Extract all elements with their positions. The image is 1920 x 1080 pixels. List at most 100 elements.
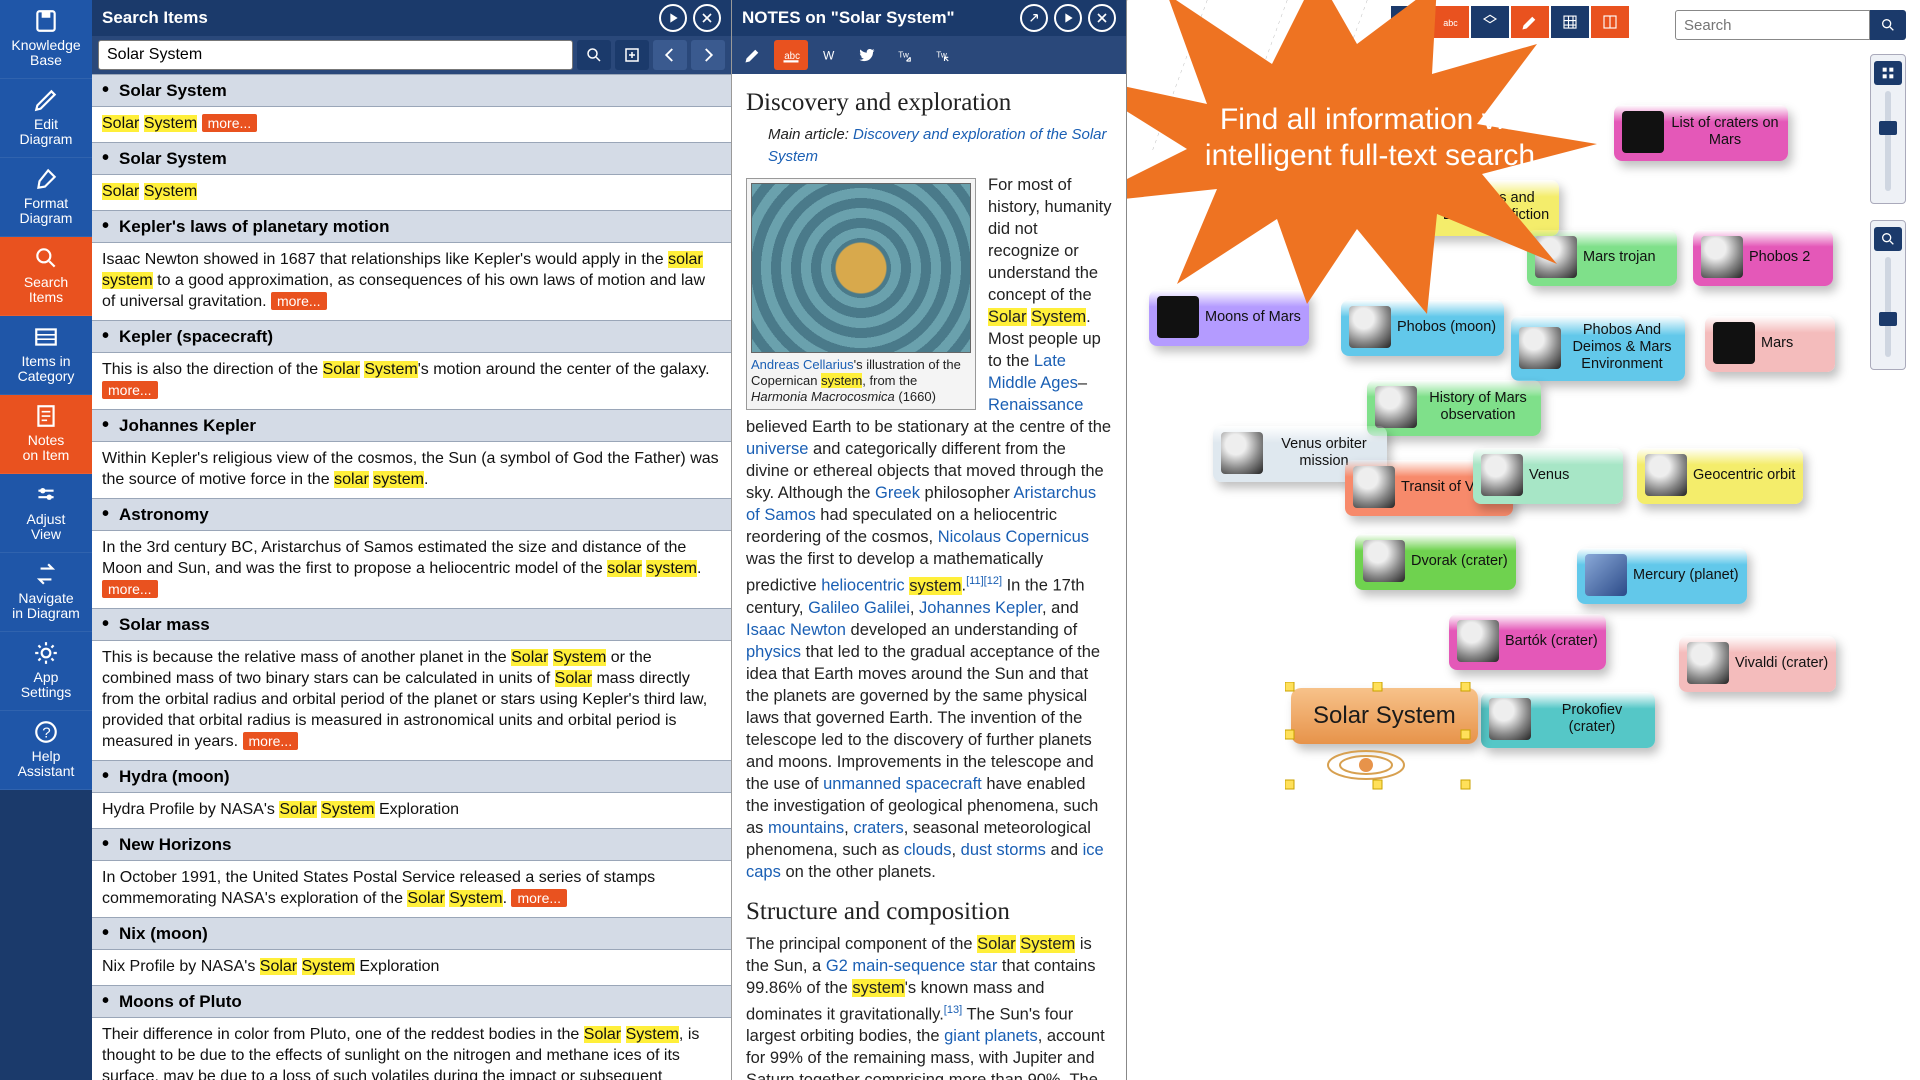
node-thumb — [1457, 620, 1499, 662]
node-phobos-moon[interactable]: Phobos (moon) — [1341, 300, 1504, 356]
node-label: List of craters on Mars — [1670, 115, 1780, 149]
result-snippet: Solar System more... — [92, 107, 731, 142]
search-column: Search Items Solar SystemSolar System mo… — [92, 0, 732, 1080]
zoom-slider[interactable] — [1870, 54, 1906, 204]
result-snippet: This is also the direction of the Solar … — [92, 353, 731, 409]
play-icon[interactable] — [1054, 4, 1082, 32]
article-body[interactable]: Discovery and exploration Main article: … — [732, 74, 1126, 1080]
result-title[interactable]: New Horizons — [92, 828, 731, 861]
close-icon[interactable] — [693, 4, 721, 32]
diag-grid-button[interactable] — [1551, 6, 1589, 38]
result-title[interactable]: Solar System — [92, 142, 731, 175]
result-snippet: In the 3rd century BC, Aristarchus of Sa… — [92, 531, 731, 608]
diagram-search-input[interactable] — [1675, 10, 1870, 40]
node-phobos-deimos-fiction[interactable]: Phobos and Deimos in fiction — [1385, 180, 1559, 236]
search-go-button[interactable] — [577, 40, 611, 70]
add-button[interactable] — [615, 40, 649, 70]
highlight-button[interactable]: abc — [774, 40, 808, 70]
fit-icon[interactable] — [1874, 61, 1902, 85]
node-label: Geocentric orbit — [1693, 467, 1795, 484]
diagram-search — [1675, 10, 1906, 40]
diag-cap-button[interactable] — [1471, 6, 1509, 38]
rail-edit-diagram[interactable]: EditDiagram — [0, 79, 92, 158]
diag-highlight-button[interactable]: abc — [1431, 6, 1469, 38]
rail-navigate[interactable]: Navigatein Diagram — [0, 553, 92, 632]
node-prokofiev[interactable]: Prokofiev (crater) — [1481, 692, 1655, 748]
result-title[interactable]: Nix (moon) — [92, 917, 731, 950]
node-dvorak[interactable]: Dvorak (crater) — [1355, 534, 1516, 590]
node-phobos2[interactable]: Phobos 2 — [1693, 230, 1833, 286]
rail-items-category[interactable]: Items inCategory — [0, 316, 92, 395]
node-vivaldi[interactable]: Vivaldi (crater) — [1679, 636, 1836, 692]
result-title[interactable]: Solar mass — [92, 608, 731, 641]
node-label: Phobos (moon) — [1397, 319, 1496, 336]
result-snippet: This is because the relative mass of ano… — [92, 641, 731, 760]
wikipedia-button[interactable]: W — [812, 40, 846, 70]
node-label: Phobos And Deimos & Mars Environment — [1567, 322, 1677, 373]
article-h1: Discovery and exploration — [746, 92, 1112, 114]
search-input[interactable] — [98, 40, 573, 70]
article-para-2: The principal component of the Solar Sys… — [746, 933, 1112, 1080]
svg-text:?: ? — [42, 724, 50, 741]
node-label: Venus — [1529, 467, 1569, 484]
node-label: Prokofiev (crater) — [1537, 702, 1647, 736]
result-title[interactable]: Johannes Kepler — [92, 409, 731, 442]
expand-icon[interactable] — [1020, 4, 1048, 32]
back-button[interactable] — [653, 40, 687, 70]
twitter-button[interactable] — [850, 40, 884, 70]
close-icon[interactable] — [1088, 4, 1116, 32]
node-moons-mars[interactable]: Moons of Mars — [1149, 290, 1309, 346]
rail-notes-item[interactable]: Noteson Item — [0, 395, 92, 474]
selection-handles[interactable] — [1285, 682, 1475, 802]
node-list-craters-mars[interactable]: List of craters on Mars — [1614, 105, 1788, 161]
diag-panel-button[interactable] — [1591, 6, 1629, 38]
link-in-button[interactable]: Tw — [888, 40, 922, 70]
notes-column: NOTES on "Solar System" abc W Tw Tw Disc… — [732, 0, 1127, 1080]
node-thumb — [1221, 432, 1263, 474]
play-icon[interactable] — [659, 4, 687, 32]
diagram-search-button[interactable] — [1870, 10, 1906, 40]
rail-help[interactable]: ?HelpAssistant — [0, 711, 92, 790]
node-thumb — [1622, 111, 1664, 153]
result-title[interactable]: Astronomy — [92, 498, 731, 531]
node-phobos-deimos-env[interactable]: Phobos And Deimos & Mars Environment — [1511, 316, 1685, 381]
diagram-column[interactable]: abc Find all information via intelligent… — [1127, 0, 1920, 1080]
rail-app-settings[interactable]: AppSettings — [0, 632, 92, 711]
node-thumb — [1481, 454, 1523, 496]
node-bartok[interactable]: Bartók (crater) — [1449, 614, 1606, 670]
result-title[interactable]: Moons of Pluto — [92, 985, 731, 1018]
diag-edit-button[interactable] — [1511, 6, 1549, 38]
node-mars-trojan[interactable]: Mars trojan — [1527, 230, 1677, 286]
find-thumb[interactable] — [1879, 312, 1897, 326]
node-label: Mars — [1761, 335, 1793, 352]
diag-back-button[interactable] — [1391, 6, 1429, 38]
rail-adjust-view[interactable]: AdjustView — [0, 474, 92, 553]
zoom-thumb[interactable] — [1879, 121, 1897, 135]
node-history-mars-obs[interactable]: History of Mars observation — [1367, 380, 1541, 436]
find-slider[interactable] — [1870, 220, 1906, 370]
node-thumb — [1701, 236, 1743, 278]
node-thumb — [1687, 642, 1729, 684]
node-mars[interactable]: Mars — [1705, 316, 1835, 372]
node-venus[interactable]: Venus — [1473, 448, 1623, 504]
rail-search-items[interactable]: SearchItems — [0, 237, 92, 316]
result-title[interactable]: Hydra (moon) — [92, 760, 731, 793]
rail-knowledge-base[interactable]: KnowledgeBase — [0, 0, 92, 79]
result-title[interactable]: Kepler's laws of planetary motion — [92, 210, 731, 243]
node-thumb — [1535, 236, 1577, 278]
result-title[interactable]: Kepler (spacecraft) — [92, 320, 731, 353]
result-snippet: In October 1991, the United States Posta… — [92, 861, 731, 917]
node-thumb — [1353, 466, 1395, 508]
rail-format-diagram[interactable]: FormatDiagram — [0, 158, 92, 237]
result-title[interactable]: Solar System — [92, 74, 731, 107]
link-out-button[interactable]: Tw — [926, 40, 960, 70]
node-mercury[interactable]: Mercury (planet) — [1577, 548, 1747, 604]
result-snippet: Solar System — [92, 175, 731, 210]
forward-button[interactable] — [691, 40, 725, 70]
node-label: Mars trojan — [1583, 249, 1656, 266]
edit-button[interactable] — [736, 40, 770, 70]
find-icon[interactable] — [1874, 227, 1902, 251]
svg-text:Tw: Tw — [898, 50, 909, 59]
node-geocentric[interactable]: Geocentric orbit — [1637, 448, 1803, 504]
figure-image — [751, 183, 971, 353]
